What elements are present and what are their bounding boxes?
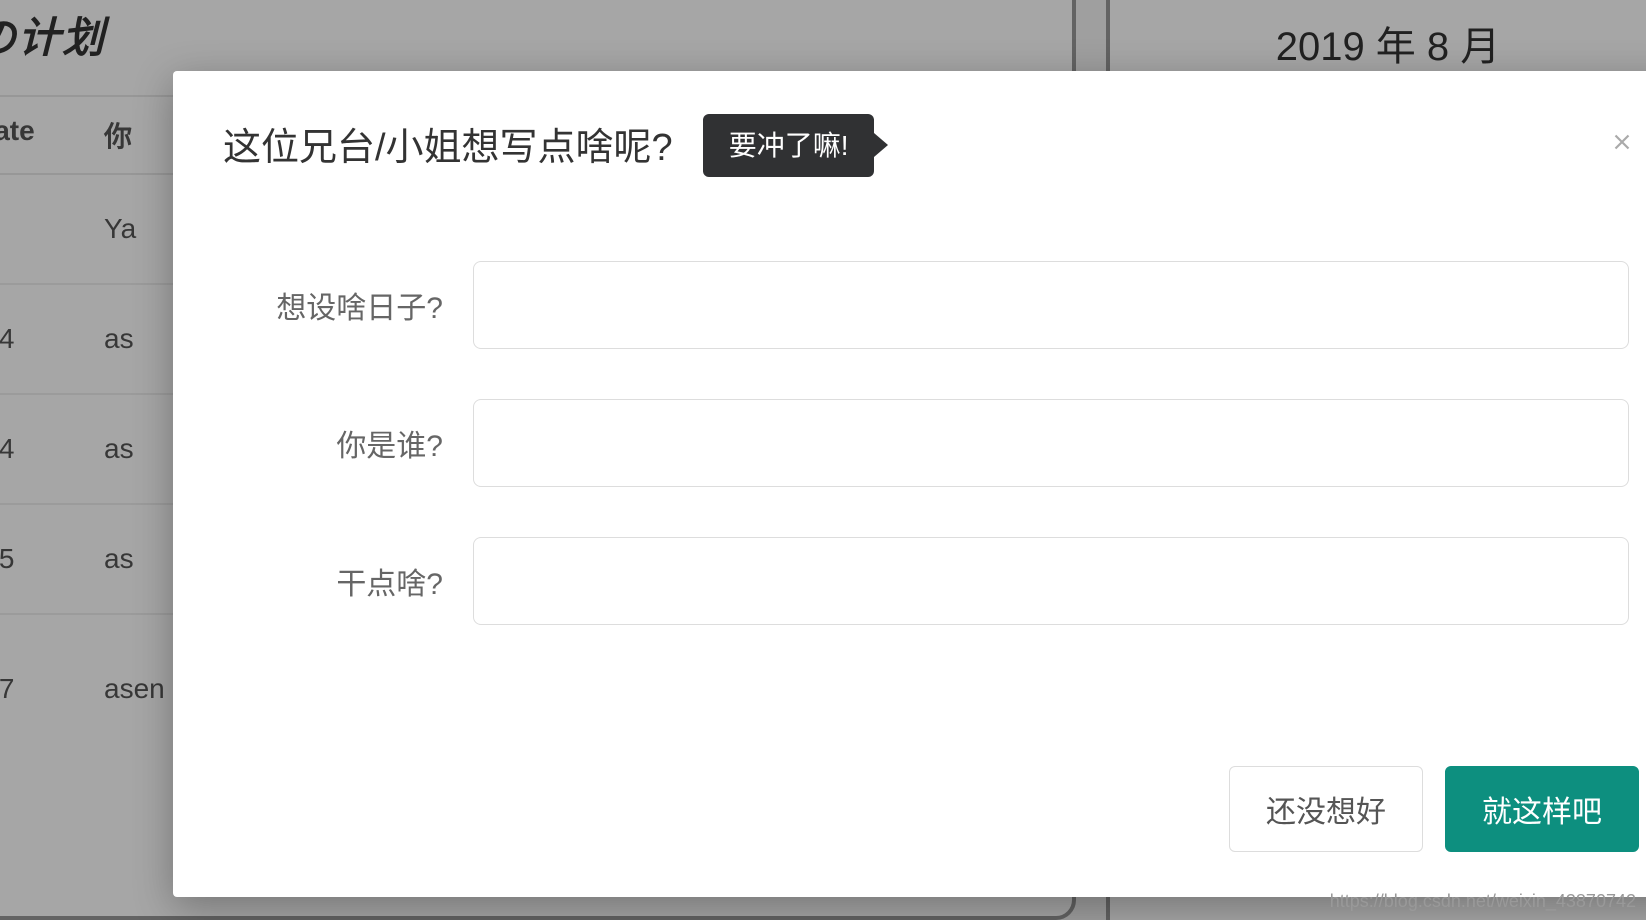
close-icon	[1609, 129, 1635, 155]
dialog-form: 想设啥日子? 你是谁? 干点啥?	[223, 261, 1639, 625]
dialog-header: 这位兄台/小姐想写点啥呢? 要冲了嘛!	[223, 116, 1639, 171]
dialog-title: 这位兄台/小姐想写点啥呢?	[223, 116, 673, 171]
form-row-date: 想设啥日子?	[233, 261, 1629, 349]
cancel-button[interactable]: 还没想好	[1229, 766, 1423, 852]
name-input[interactable]	[473, 399, 1629, 487]
confirm-button[interactable]: 就这样吧	[1445, 766, 1639, 852]
dialog: 这位兄台/小姐想写点啥呢? 要冲了嘛! 想设啥日子? 你是谁? 干点啥? 还没想…	[173, 71, 1646, 897]
dialog-footer: 还没想好 就这样吧	[1229, 766, 1639, 852]
name-label: 你是谁?	[233, 421, 473, 465]
watermark: https://blog.csdn.net/weixin_43870742	[1330, 891, 1636, 912]
content-input[interactable]	[473, 537, 1629, 625]
form-row-content: 干点啥?	[233, 537, 1629, 625]
form-row-name: 你是谁?	[233, 399, 1629, 487]
date-label: 想设啥日子?	[233, 283, 473, 327]
close-button[interactable]	[1605, 123, 1639, 165]
date-input[interactable]	[473, 261, 1629, 349]
content-label: 干点啥?	[233, 559, 473, 603]
tooltip: 要冲了嘛!	[703, 114, 875, 177]
